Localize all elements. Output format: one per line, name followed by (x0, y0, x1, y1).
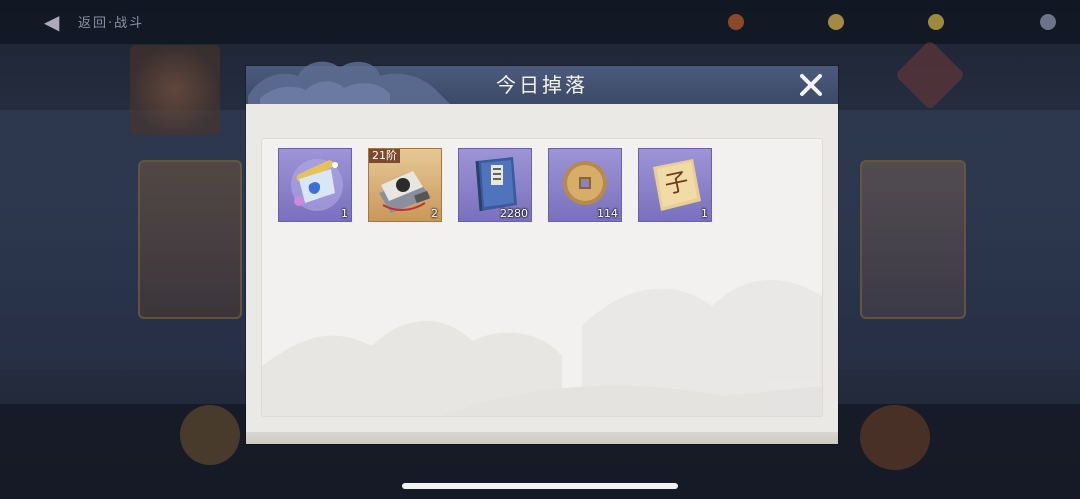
item-quantity: 2 (431, 207, 438, 220)
resource-3 (928, 12, 944, 32)
close-icon[interactable] (798, 72, 824, 98)
resource-icon (928, 14, 944, 30)
emblem-right (894, 39, 966, 111)
grade-badge: 21阶 (369, 149, 400, 163)
item-quantity: 114 (597, 207, 618, 220)
mountain-watermark (262, 279, 822, 416)
item-quantity: 1 (341, 207, 348, 220)
drop-item[interactable]: 114 (548, 148, 622, 222)
bottom-avatar-2[interactable] (860, 405, 930, 470)
top-bar (0, 0, 1080, 44)
bottom-avatar-1[interactable] (180, 405, 240, 465)
daily-drops-dialog: 今日掉落 1 21阶 2 2280 114 子 1 (246, 61, 838, 444)
resource-icon (728, 14, 744, 30)
resource-2 (828, 12, 844, 32)
home-indicator[interactable] (402, 483, 678, 489)
dialog-footer (246, 432, 838, 444)
background-title: 返回·战斗 (78, 16, 145, 31)
drop-item[interactable]: 21阶 2 (368, 148, 442, 222)
drop-items-list: 1 21阶 2 2280 114 子 1 (278, 148, 712, 222)
resource-1 (728, 12, 744, 32)
portrait-left-top (130, 45, 220, 135)
item-quantity: 2280 (500, 207, 528, 220)
dialog-title: 今日掉落 (496, 73, 588, 97)
portrait-left[interactable] (138, 160, 242, 319)
item-quantity: 1 (701, 207, 708, 220)
portrait-right[interactable] (860, 160, 966, 319)
drop-item[interactable]: 2280 (458, 148, 532, 222)
chat-icon[interactable] (1040, 12, 1056, 32)
drop-item[interactable]: 1 (278, 148, 352, 222)
back-arrow-icon[interactable]: ◀ (44, 10, 59, 34)
drop-item[interactable]: 子 1 (638, 148, 712, 222)
resource-icon (828, 14, 844, 30)
